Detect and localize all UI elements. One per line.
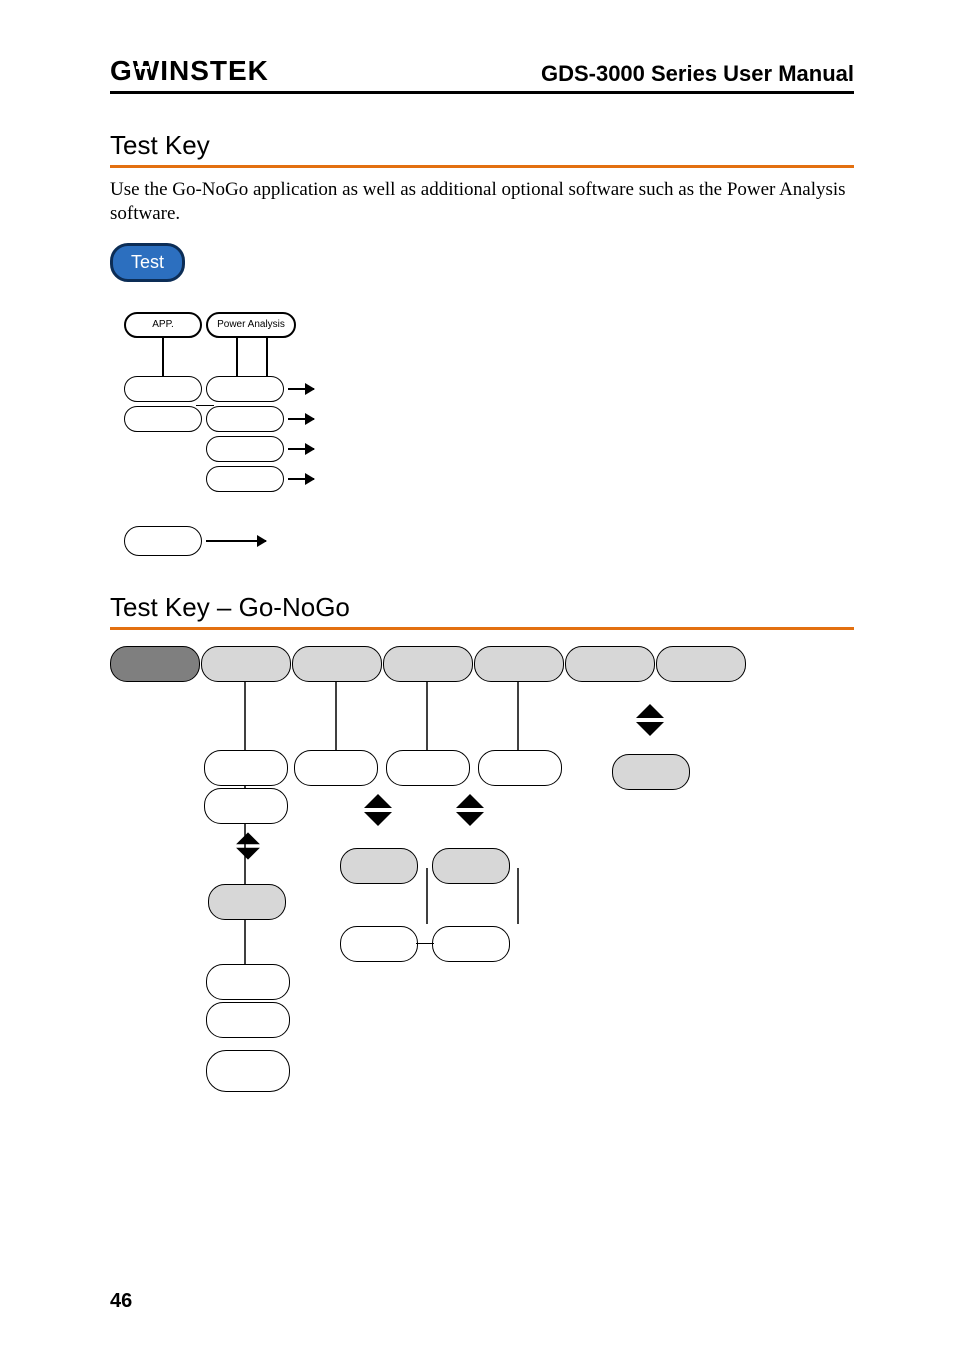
pill-blank[interactable] xyxy=(432,848,510,884)
pill-blank[interactable] xyxy=(386,750,470,786)
manual-title: GDS-3000 Series User Manual xyxy=(541,61,854,87)
arrow-right-icon xyxy=(288,418,314,420)
pill-blank[interactable] xyxy=(208,884,286,920)
softkey-6[interactable] xyxy=(565,646,655,682)
softkey-2[interactable] xyxy=(201,646,291,682)
diagram-go-nogo-tree xyxy=(110,644,854,1104)
page-header: GWINSTEK GDS-3000 Series User Manual xyxy=(110,55,854,94)
pill-blank xyxy=(124,376,202,402)
arrow-right-icon xyxy=(288,478,314,480)
softkey-5[interactable] xyxy=(474,646,564,682)
section-heading-go-nogo: Test Key – Go-NoGo xyxy=(110,592,854,630)
variable-knob-icon xyxy=(450,794,490,826)
page-number: 46 xyxy=(110,1290,132,1313)
pill-blank[interactable] xyxy=(612,754,690,790)
pill-blank[interactable] xyxy=(206,964,290,1000)
tab-power-analysis[interactable]: Power Analysis xyxy=(206,312,296,338)
tab-app[interactable]: APP. xyxy=(124,312,202,338)
test-button[interactable]: Test xyxy=(110,243,185,282)
arrow-right-icon xyxy=(288,388,314,390)
pill-blank[interactable] xyxy=(478,750,562,786)
variable-knob-icon xyxy=(630,704,670,736)
softkey-3[interactable] xyxy=(292,646,382,682)
softkey-7[interactable] xyxy=(656,646,746,682)
pill-blank xyxy=(206,406,284,432)
pill-blank xyxy=(124,406,202,432)
pill-blank[interactable] xyxy=(204,788,288,824)
pill-blank xyxy=(206,436,284,462)
section-body: Use the Go-NoGo application as well as a… xyxy=(110,178,854,227)
pill-blank[interactable] xyxy=(206,1002,290,1038)
pill-blank xyxy=(124,526,202,556)
arrow-right-icon xyxy=(206,540,266,542)
softkey-4[interactable] xyxy=(383,646,473,682)
diagram-test-key-tree: APP. Power Analysis xyxy=(124,312,854,592)
pill-blank[interactable] xyxy=(432,926,510,962)
softkey-1[interactable] xyxy=(110,646,200,682)
pill-blank xyxy=(206,376,284,402)
brand-logo-text: GWINSTEK xyxy=(110,55,269,86)
pill-blank[interactable] xyxy=(206,1050,290,1092)
variable-knob-icon xyxy=(358,794,398,826)
pill-blank[interactable] xyxy=(204,750,288,786)
pill-blank xyxy=(206,466,284,492)
section-heading-test-key: Test Key xyxy=(110,130,854,168)
pill-blank[interactable] xyxy=(294,750,378,786)
pill-blank[interactable] xyxy=(340,848,418,884)
pill-blank[interactable] xyxy=(340,926,418,962)
brand-logo: GWINSTEK xyxy=(110,55,269,87)
variable-knob-icon xyxy=(231,832,265,859)
arrow-right-icon xyxy=(288,448,314,450)
